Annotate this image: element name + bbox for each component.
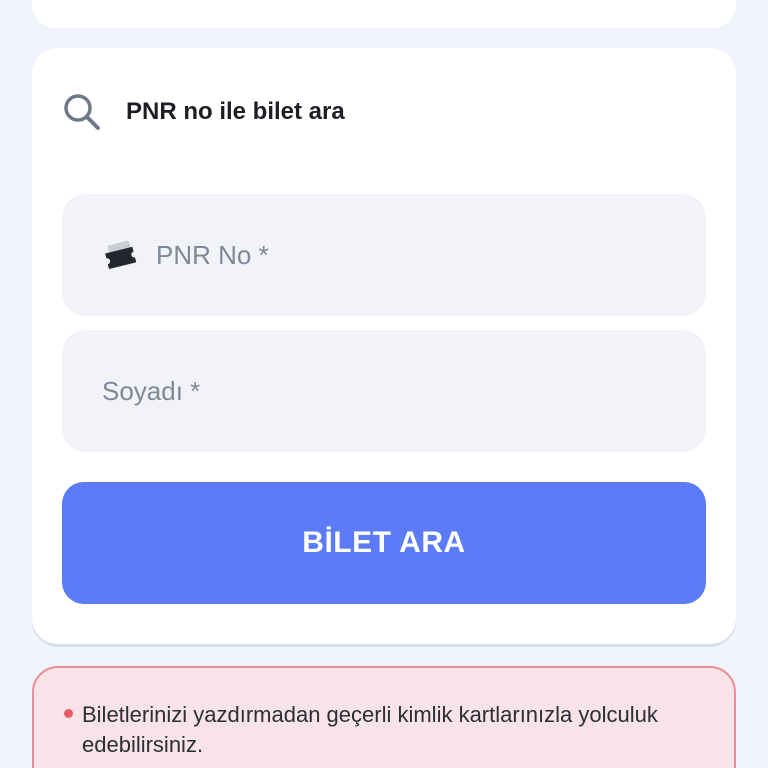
notice-bullet-icon bbox=[64, 709, 73, 718]
card-title: PNR no ile bilet ara bbox=[126, 98, 345, 125]
surname-input[interactable] bbox=[102, 375, 562, 407]
pnr-field[interactable] bbox=[62, 194, 706, 316]
previous-card bbox=[32, 0, 736, 28]
ticket-icon bbox=[102, 237, 138, 273]
card-header: PNR no ile bilet ara bbox=[62, 92, 345, 132]
surname-field[interactable] bbox=[62, 330, 706, 452]
page: PNR no ile bilet ara BİLET ARA Biletleri… bbox=[0, 0, 768, 768]
search-icon bbox=[62, 92, 102, 132]
search-ticket-button[interactable]: BİLET ARA bbox=[62, 482, 706, 604]
pnr-input[interactable] bbox=[156, 239, 616, 271]
notice-text: Biletlerinizi yazdırmadan geçerli kimlik… bbox=[82, 702, 658, 757]
info-notice: Biletlerinizi yazdırmadan geçerli kimlik… bbox=[32, 666, 736, 768]
pnr-search-card: PNR no ile bilet ara BİLET ARA bbox=[32, 48, 736, 644]
